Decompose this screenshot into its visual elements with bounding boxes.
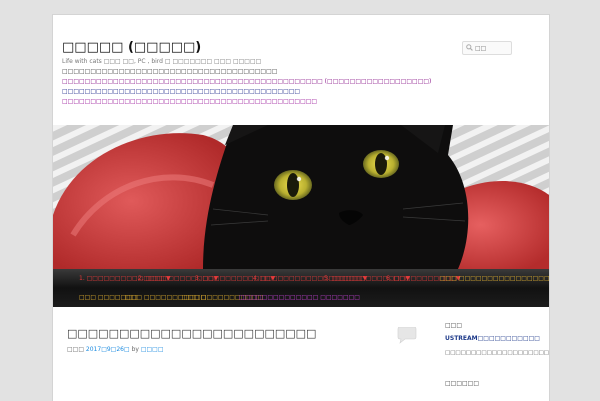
site-description: Life with cats □□□ □□, PC , bird □ □□□□□… <box>62 58 262 65</box>
ustream-link[interactable]: USTREAM□□□□□□□□□□□ <box>445 334 545 343</box>
search-icon <box>466 44 473 51</box>
header-line-1: □□□□□□□□□□□□□□□□□□□□□□□□□□□□□□□□□□□□□□ <box>62 68 278 75</box>
header-line-4[interactable]: □□□□□□□□□□□□□□□□□□□□□□□□□□□□□□□□□□□□□□□□… <box>62 97 502 107</box>
post-title[interactable]: □□□□□□□□□□□□□□□□□□□□□□□□ <box>67 327 316 340</box>
nav-row-2: □□□ □□□□□□□ □□□ □□□□□□□□□□□ □□□ □□□□□□□□… <box>53 288 549 307</box>
main-navigation: 1. □□□□□□□□□□□□□□▼ 2. □□□□□□□□□□□□▼ 3. □… <box>53 269 549 307</box>
header-announcements: □□□□□□□□□□□□□□□□□□□□□□□□□□□□□□□□□□□□□□ □… <box>62 67 502 107</box>
sidebar: □□□ USTREAM□□□□□□□□□□□ □□□□□□□□□□□□□□□□□… <box>445 321 549 388</box>
widget-title-2: □□□□□□ <box>445 380 480 387</box>
post-author-link[interactable]: □□□□ <box>141 346 164 353</box>
nav-item-11[interactable]: □□□□□□□□□□□□□□ □□□□□□□ <box>239 288 360 307</box>
search-input[interactable] <box>475 42 509 54</box>
post-meta-prefix: □□□ <box>67 346 86 353</box>
widget-title-1: □□□ <box>445 322 463 329</box>
page: □□□□□ (□□□□□) Life with cats □□□ □□, PC … <box>52 14 550 401</box>
header-banner-image[interactable] <box>53 125 549 269</box>
comment-bubble-icon[interactable] <box>396 327 418 345</box>
search-box[interactable] <box>462 41 512 55</box>
nav-item-7[interactable]: □□□ □□□□□□□□□□□□□□□□□□▼ <box>440 269 549 288</box>
header-line-3[interactable]: □□□□□□□□□□□□□□□□□□□□□□□□□□□□□□□□□□□□□□□□… <box>62 87 502 97</box>
post-meta-by: by <box>129 346 141 353</box>
nav-row-1: 1. □□□□□□□□□□□□□□▼ 2. □□□□□□□□□□□□▼ 3. □… <box>53 269 549 288</box>
widget-text-1: □□□□□□□□□□□□□□□□□□□□□□□5□□□□□□□□□□□□□□□□… <box>445 350 549 356</box>
main-content: □□□□□□□□□□□□□□□□□□□□□□□□ □□□ 2017□9□26□ … <box>53 307 549 401</box>
black-cat-photo <box>53 125 549 269</box>
site-title[interactable]: □□□□□ (□□□□□) <box>62 40 201 56</box>
post-date-link[interactable]: 2017□9□26□ <box>86 346 130 353</box>
post-meta: □□□ 2017□9□26□ by □□□□ <box>67 346 164 353</box>
header-line-2[interactable]: □□□□□□□□□□□□□□□□□□□□□□□□□□□□□□□□□□□□□□□□… <box>62 77 502 87</box>
